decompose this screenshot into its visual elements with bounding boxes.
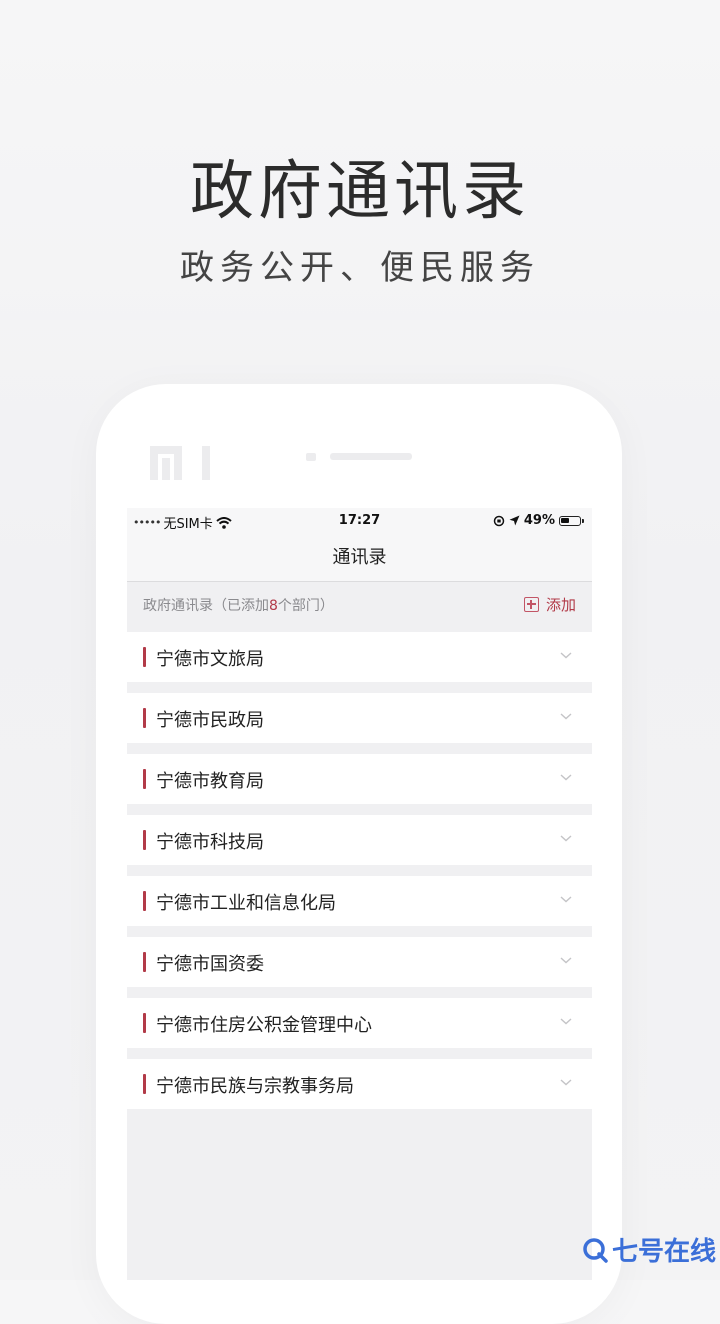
chevron-down-icon (560, 652, 572, 659)
status-right: 49% (493, 513, 584, 528)
battery-icon (559, 515, 581, 526)
department-item[interactable]: 宁德市国资委 (127, 937, 592, 987)
accent-bar (143, 769, 146, 789)
section-title-suffix: 个部门） (277, 598, 334, 614)
department-name: 宁德市科技局 (156, 832, 264, 853)
department-list: 宁德市文旅局 宁德市民政局 宁德市教育局 宁德市科技局 宁德市工业和信息化局 宁… (127, 632, 592, 1120)
plus-square-icon (523, 597, 539, 612)
department-item[interactable]: 宁德市民政局 (127, 693, 592, 743)
promo-headline: 政府通讯录 (190, 155, 530, 229)
speaker-bar (330, 453, 412, 460)
department-name: 宁德市民政局 (156, 710, 264, 731)
battery-percent: 49% (523, 513, 555, 528)
accent-bar (143, 708, 146, 728)
orientation-lock-icon (493, 515, 505, 526)
chevron-down-icon (560, 957, 572, 964)
nav-title: 通讯录 (127, 534, 592, 582)
speaker-dot (306, 453, 316, 461)
department-name: 宁德市国资委 (156, 954, 264, 975)
status-bar: ••••• 无SIM卡 17:27 49% (127, 508, 592, 534)
department-item[interactable]: 宁德市文旅局 (127, 632, 592, 682)
accent-bar (143, 952, 146, 972)
search-q-icon (583, 1237, 608, 1263)
department-item[interactable]: 宁德市科技局 (127, 815, 592, 865)
department-item[interactable]: 宁德市工业和信息化局 (127, 876, 592, 926)
department-name: 宁德市民族与宗教事务局 (156, 1076, 354, 1097)
section-title-prefix: 政府通讯录（已添加 (143, 598, 269, 614)
brand-logo-icon (150, 446, 210, 480)
add-label: 添加 (545, 596, 576, 614)
department-name: 宁德市教育局 (156, 771, 264, 792)
department-name: 宁德市文旅局 (156, 649, 264, 670)
chevron-down-icon (560, 713, 572, 720)
chevron-down-icon (560, 774, 572, 781)
watermark-text: 七号在线 (611, 1237, 716, 1267)
section-title: 政府通讯录（已添加8个部门） (143, 595, 334, 615)
chevron-down-icon (560, 835, 572, 842)
department-item[interactable]: 宁德市民族与宗教事务局 (127, 1059, 592, 1109)
app-screen: ••••• 无SIM卡 17:27 49% 通讯录 政府通讯录（已添加8个部门）… (127, 508, 592, 1280)
accent-bar (143, 647, 146, 667)
battery-level-fill (561, 517, 570, 523)
chevron-down-icon (560, 1079, 572, 1086)
accent-bar (143, 830, 146, 850)
department-item[interactable]: 宁德市教育局 (127, 754, 592, 804)
section-header: 政府通讯录（已添加8个部门） 添加 (127, 582, 592, 628)
department-count: 8 (269, 598, 278, 614)
chevron-down-icon (560, 1018, 572, 1025)
promo-subline: 政务公开、便民服务 (180, 248, 540, 288)
location-arrow-icon (509, 515, 520, 526)
accent-bar (143, 891, 146, 911)
add-department-button[interactable]: 添加 (523, 594, 576, 615)
accent-bar (143, 1013, 146, 1033)
department-item[interactable]: 宁德市住房公积金管理中心 (127, 998, 592, 1048)
accent-bar (143, 1074, 146, 1094)
watermark: 七号在线 (582, 1231, 716, 1268)
department-name: 宁德市工业和信息化局 (156, 893, 336, 914)
department-name: 宁德市住房公积金管理中心 (156, 1015, 372, 1036)
chevron-down-icon (560, 896, 572, 903)
battery-tip (582, 518, 584, 523)
